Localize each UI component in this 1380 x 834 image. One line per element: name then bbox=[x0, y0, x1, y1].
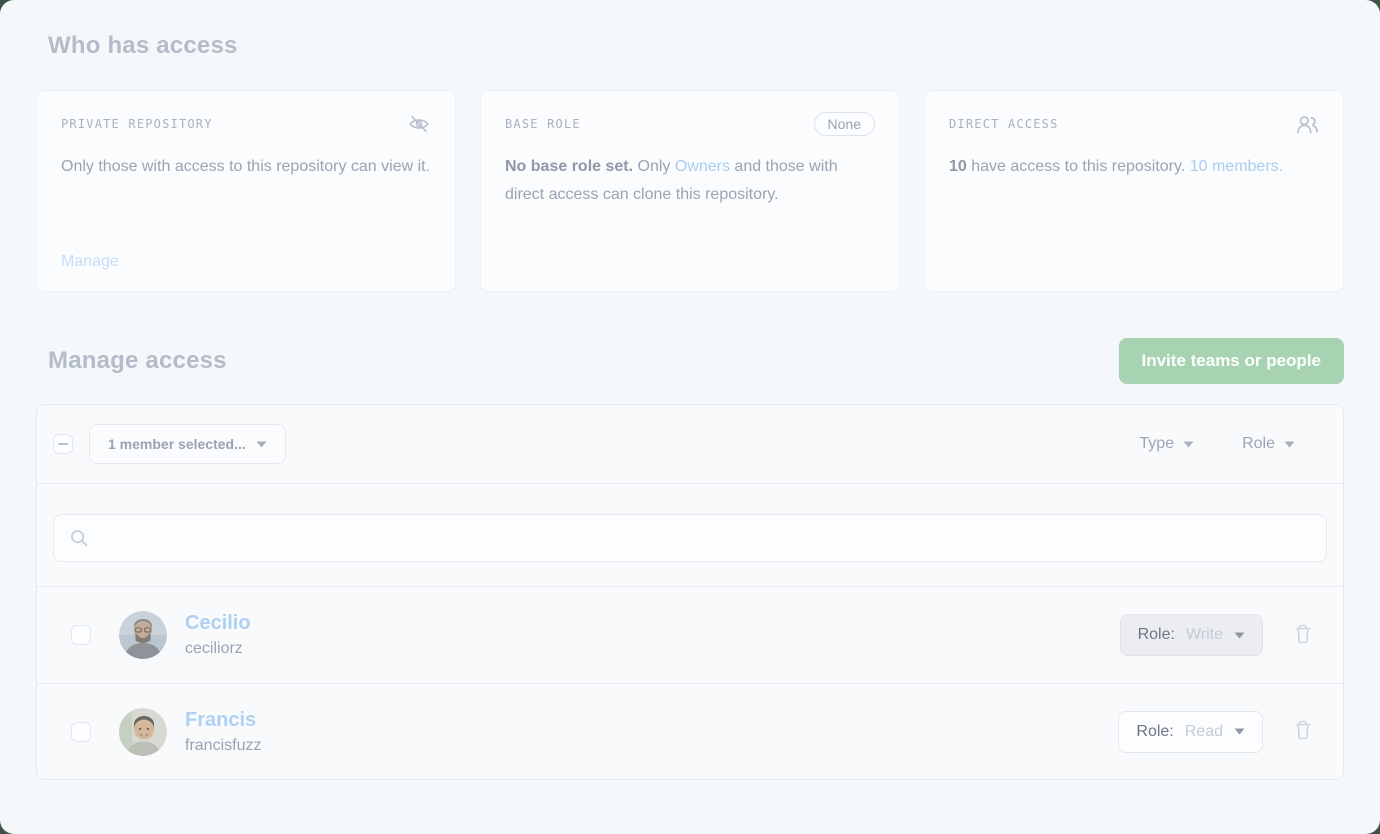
member-name-link[interactable]: Francis bbox=[185, 708, 261, 732]
table-toolbar: 1 member selected... Type Role bbox=[37, 405, 1343, 484]
search-icon bbox=[69, 528, 89, 548]
member-name-link[interactable]: Cecilio bbox=[185, 611, 251, 635]
members-selected-dropdown[interactable]: 1 member selected... bbox=[89, 424, 286, 464]
search-section bbox=[37, 484, 1343, 587]
chevron-down-icon bbox=[1284, 441, 1295, 448]
trash-icon bbox=[1293, 719, 1313, 744]
direct-access-count: 10 bbox=[949, 158, 967, 175]
eye-closed-icon bbox=[407, 112, 431, 136]
base-role-card: BASE ROLE None No base role set. Only Ow… bbox=[480, 90, 900, 292]
avatar-ceciliorz[interactable] bbox=[119, 611, 167, 659]
role-dropdown-ceciliorz[interactable]: Role: Write bbox=[1120, 614, 1263, 656]
role-filter-dropdown[interactable]: Role bbox=[1236, 434, 1301, 454]
role-dropdown-francisfuzz[interactable]: Role: Read bbox=[1118, 711, 1263, 753]
chevron-down-icon bbox=[1234, 632, 1245, 639]
type-filter-dropdown[interactable]: Type bbox=[1133, 434, 1200, 454]
base-role-description: No base role set. Only Owners and those … bbox=[505, 153, 875, 271]
direct-access-description: 10 have access to this repository. 10 me… bbox=[949, 153, 1319, 271]
base-role-none-badge: None bbox=[814, 112, 875, 136]
private-repository-label: PRIVATE REPOSITORY bbox=[61, 117, 213, 131]
manage-access-table: 1 member selected... Type Role bbox=[36, 404, 1344, 780]
remove-member-button[interactable] bbox=[1293, 719, 1313, 744]
trash-icon bbox=[1293, 623, 1313, 648]
who-has-access-title: Who has access bbox=[48, 0, 1344, 60]
chevron-down-icon bbox=[1183, 441, 1194, 448]
indeterminate-dash-icon bbox=[58, 443, 68, 445]
chevron-down-icon bbox=[1234, 728, 1245, 735]
member-checkbox[interactable] bbox=[71, 625, 91, 645]
member-username: francisfuzz bbox=[185, 736, 261, 755]
private-repository-card: PRIVATE REPOSITORY Only those with acces… bbox=[36, 90, 456, 292]
owners-link[interactable]: Owners bbox=[675, 158, 730, 175]
select-all-checkbox[interactable] bbox=[53, 434, 73, 454]
manage-access-title: Manage access bbox=[48, 347, 227, 375]
invite-teams-or-people-button[interactable]: Invite teams or people bbox=[1119, 338, 1345, 384]
avatar-francisfuzz[interactable] bbox=[119, 708, 167, 756]
member-row-francisfuzz: Francis francisfuzz Role: Read bbox=[37, 683, 1343, 779]
member-username: ceciliorz bbox=[185, 639, 251, 658]
members-link[interactable]: 10 members. bbox=[1190, 158, 1283, 175]
direct-access-card: DIRECT ACCESS 10 have access to this rep… bbox=[924, 90, 1344, 292]
direct-access-label: DIRECT ACCESS bbox=[949, 117, 1059, 131]
manage-link[interactable]: Manage bbox=[61, 253, 431, 271]
member-checkbox[interactable] bbox=[71, 722, 91, 742]
member-row-ceciliorz: Cecilio ceciliorz Role: Write bbox=[37, 587, 1343, 683]
chevron-down-icon bbox=[256, 441, 267, 448]
remove-member-button[interactable] bbox=[1293, 623, 1313, 648]
people-icon bbox=[1296, 113, 1319, 136]
private-repository-description: Only those with access to this repositor… bbox=[61, 153, 431, 253]
member-search-input[interactable] bbox=[100, 528, 1311, 548]
access-summary-cards: PRIVATE REPOSITORY Only those with acces… bbox=[36, 90, 1344, 292]
base-role-label: BASE ROLE bbox=[505, 117, 581, 131]
member-search-box[interactable] bbox=[53, 514, 1327, 562]
base-role-bold-text: No base role set. bbox=[505, 158, 633, 175]
settings-access-page: Who has access PRIVATE REPOSITORY Only t… bbox=[0, 0, 1380, 834]
